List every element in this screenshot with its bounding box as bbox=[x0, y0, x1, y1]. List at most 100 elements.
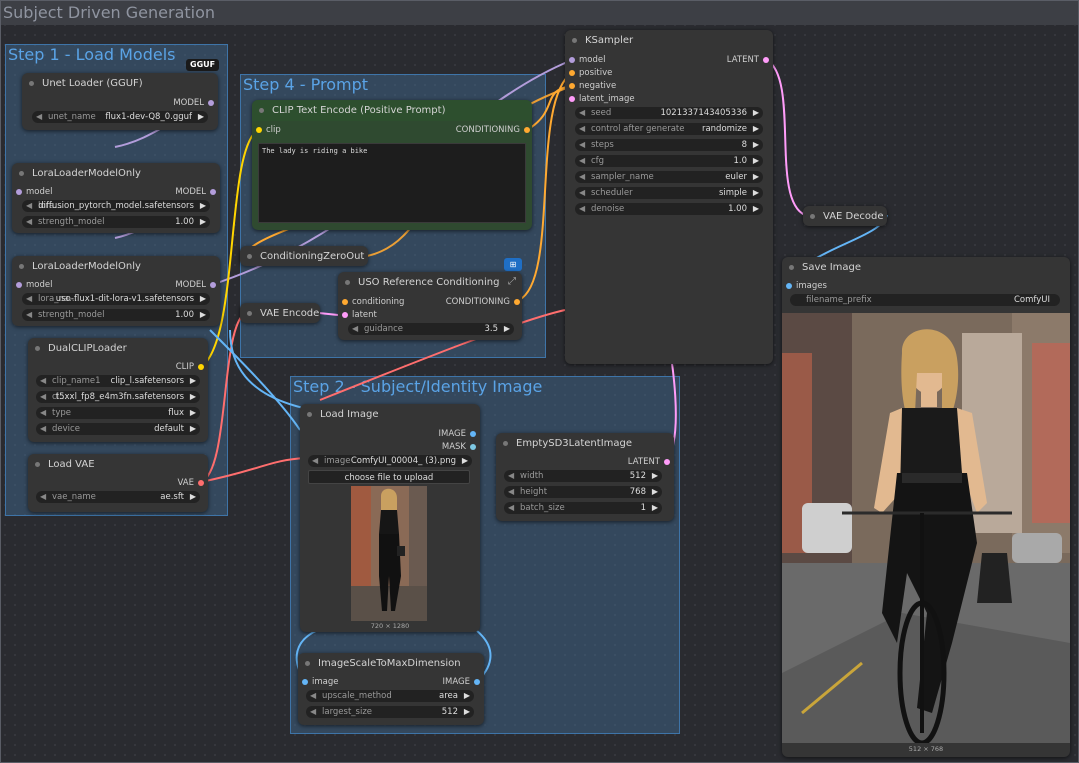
model-output[interactable]: MODEL bbox=[175, 279, 216, 291]
arrow-left-icon[interactable]: ◀ bbox=[310, 690, 316, 702]
conditioning-zero-out-node[interactable]: ConditioningZeroOut bbox=[240, 246, 368, 266]
width-number[interactable]: ◀ width 512 ▶ bbox=[504, 470, 662, 482]
image-output[interactable]: IMAGE bbox=[439, 428, 476, 440]
arrow-right-icon[interactable]: ▶ bbox=[462, 455, 468, 467]
arrow-right-icon[interactable]: ▶ bbox=[200, 309, 206, 321]
conditioning-output[interactable]: CONDITIONING bbox=[446, 296, 520, 308]
slot-dot[interactable] bbox=[210, 282, 216, 288]
slot-dot[interactable] bbox=[470, 444, 476, 450]
arrow-left-icon[interactable]: ◀ bbox=[26, 200, 32, 212]
slot-dot[interactable] bbox=[514, 299, 520, 305]
slot-dot[interactable] bbox=[470, 431, 476, 437]
upscale-method-combo[interactable]: ◀ upscale_method area ▶ bbox=[306, 690, 474, 702]
steps-number[interactable]: ◀ steps 8 ▶ bbox=[575, 139, 763, 151]
arrow-left-icon[interactable]: ◀ bbox=[579, 155, 585, 167]
vae-encode-node[interactable]: VAE Encode bbox=[240, 303, 320, 323]
load-vae-node[interactable]: Load VAE VAE ◀ vae_name ae.sft ▶ bbox=[28, 454, 208, 512]
arrow-right-icon[interactable]: ▶ bbox=[753, 171, 759, 183]
arrow-left-icon[interactable]: ◀ bbox=[579, 123, 585, 135]
clip-name2-combo[interactable]: ◀ cl... t5xxl_fp8_e4m3fn.safetensors ▶ bbox=[36, 391, 200, 403]
arrow-right-icon[interactable]: ▶ bbox=[753, 123, 759, 135]
arrow-left-icon[interactable]: ◀ bbox=[40, 407, 46, 419]
slot-dot[interactable] bbox=[16, 189, 22, 195]
device-combo[interactable]: ◀ device default ▶ bbox=[36, 423, 200, 435]
arrow-right-icon[interactable]: ▶ bbox=[753, 139, 759, 151]
arrow-right-icon[interactable]: ▶ bbox=[198, 111, 204, 123]
slot-dot[interactable] bbox=[342, 312, 348, 318]
guidance-number[interactable]: ◀ guidance 3.5 ▶ bbox=[348, 323, 514, 335]
arrow-right-icon[interactable]: ▶ bbox=[190, 375, 196, 387]
model-input[interactable]: model bbox=[569, 54, 605, 66]
latent-output[interactable]: LATENT bbox=[628, 456, 670, 468]
arrow-left-icon[interactable]: ◀ bbox=[40, 391, 46, 403]
arrow-left-icon[interactable]: ◀ bbox=[40, 491, 46, 503]
image-output[interactable]: IMAGE bbox=[443, 676, 480, 688]
batch-size-number[interactable]: ◀ batch_size 1 ▶ bbox=[504, 502, 662, 514]
strength-model-number[interactable]: ◀ strength_model 1.00 ▶ bbox=[22, 309, 210, 321]
slot-dot[interactable] bbox=[302, 679, 308, 685]
cfg-number[interactable]: ◀ cfg 1.0 ▶ bbox=[575, 155, 763, 167]
slot-dot[interactable] bbox=[210, 189, 216, 195]
slot-dot[interactable] bbox=[342, 299, 348, 305]
unet-loader-node[interactable]: Unet Loader (GGUF) MODEL ◀ unet_name flux1… bbox=[22, 73, 218, 130]
slot-dot[interactable] bbox=[198, 364, 204, 370]
hierarchy-icon[interactable]: ⊞ bbox=[504, 258, 522, 271]
arrow-right-icon[interactable]: ▶ bbox=[190, 391, 196, 403]
vae-decode-node[interactable]: VAE Decode bbox=[803, 206, 887, 226]
slot-dot[interactable] bbox=[569, 70, 575, 76]
arrow-right-icon[interactable]: ▶ bbox=[200, 216, 206, 228]
slot-dot[interactable] bbox=[256, 127, 262, 133]
arrow-left-icon[interactable]: ◀ bbox=[310, 706, 316, 718]
arrow-left-icon[interactable]: ◀ bbox=[579, 187, 585, 199]
arrow-right-icon[interactable]: ▶ bbox=[190, 423, 196, 435]
arrow-left-icon[interactable]: ◀ bbox=[579, 139, 585, 151]
lora-name-combo[interactable]: ◀ lora... diffusion_pytorch_model.safetens… bbox=[22, 200, 210, 212]
arrow-right-icon[interactable]: ▶ bbox=[464, 690, 470, 702]
arrow-right-icon[interactable]: ▶ bbox=[504, 323, 510, 335]
input-image-preview[interactable] bbox=[351, 486, 427, 621]
arrow-right-icon[interactable]: ▶ bbox=[200, 293, 206, 305]
model-output[interactable]: MODEL bbox=[175, 186, 216, 198]
vae-output[interactable]: VAE bbox=[178, 477, 204, 489]
slot-dot[interactable] bbox=[569, 83, 575, 89]
slot-dot[interactable] bbox=[198, 480, 204, 486]
arrow-right-icon[interactable]: ▶ bbox=[464, 706, 470, 718]
type-combo[interactable]: ◀ type flux ▶ bbox=[36, 407, 200, 419]
load-image-node[interactable]: Load Image IMAGE MASK ◀ image ComfyUI_0000… bbox=[300, 404, 480, 632]
model-output[interactable]: MODEL bbox=[173, 97, 214, 109]
arrow-left-icon[interactable]: ◀ bbox=[26, 309, 32, 321]
lora-loader-node-1[interactable]: LoraLoaderModelOnly model MODEL ◀ lora...… bbox=[12, 163, 220, 233]
slot-dot[interactable] bbox=[524, 127, 530, 133]
latent-image-input[interactable]: latent_image bbox=[569, 93, 635, 105]
seed-number[interactable]: ◀ seed 1021337143405336 ▶ bbox=[575, 107, 763, 119]
arrow-left-icon[interactable]: ◀ bbox=[579, 107, 585, 119]
arrow-left-icon[interactable]: ◀ bbox=[508, 502, 514, 514]
slot-dot[interactable] bbox=[474, 679, 480, 685]
image-input[interactable]: image bbox=[302, 676, 338, 688]
arrow-left-icon[interactable]: ◀ bbox=[579, 203, 585, 215]
arrow-left-icon[interactable]: ◀ bbox=[508, 486, 514, 498]
dual-clip-loader-node[interactable]: DualCLIPLoader CLIP ◀ clip_name1 clip_l.sa… bbox=[28, 338, 208, 442]
ksampler-node[interactable]: KSampler model positive negative latent_… bbox=[565, 30, 773, 364]
arrow-right-icon[interactable]: ▶ bbox=[753, 203, 759, 215]
strength-model-number[interactable]: ◀ strength_model 1.00 ▶ bbox=[22, 216, 210, 228]
filename-prefix-input[interactable]: filename_prefix ComfyUI bbox=[790, 294, 1060, 306]
arrow-left-icon[interactable]: ◀ bbox=[579, 171, 585, 183]
image-file-combo[interactable]: ◀ image ComfyUI_00004_ (3).png ▶ bbox=[308, 455, 472, 467]
model-input[interactable]: model bbox=[16, 279, 52, 291]
control-after-generate-combo[interactable]: ◀ control after generate randomize ▶ bbox=[575, 123, 763, 135]
slot-dot[interactable] bbox=[16, 282, 22, 288]
arrow-right-icon[interactable]: ▶ bbox=[190, 407, 196, 419]
image-scale-to-max-dimension-node[interactable]: ImageScaleToMaxDimension image IMAGE ◀ up… bbox=[298, 653, 484, 725]
slot-dot[interactable] bbox=[786, 283, 792, 289]
arrow-left-icon[interactable]: ◀ bbox=[508, 470, 514, 482]
arrow-left-icon[interactable]: ◀ bbox=[352, 323, 358, 335]
arrow-right-icon[interactable]: ▶ bbox=[652, 470, 658, 482]
expand-icon[interactable]: ⤢ bbox=[508, 276, 516, 287]
arrow-right-icon[interactable]: ▶ bbox=[753, 107, 759, 119]
slot-dot[interactable] bbox=[763, 57, 769, 63]
lora-loader-node-2[interactable]: LoraLoaderModelOnly model MODEL ◀ lora_na… bbox=[12, 256, 220, 326]
latent-input[interactable]: latent bbox=[342, 309, 377, 321]
arrow-right-icon[interactable]: ▶ bbox=[652, 502, 658, 514]
model-input[interactable]: model bbox=[16, 186, 52, 198]
